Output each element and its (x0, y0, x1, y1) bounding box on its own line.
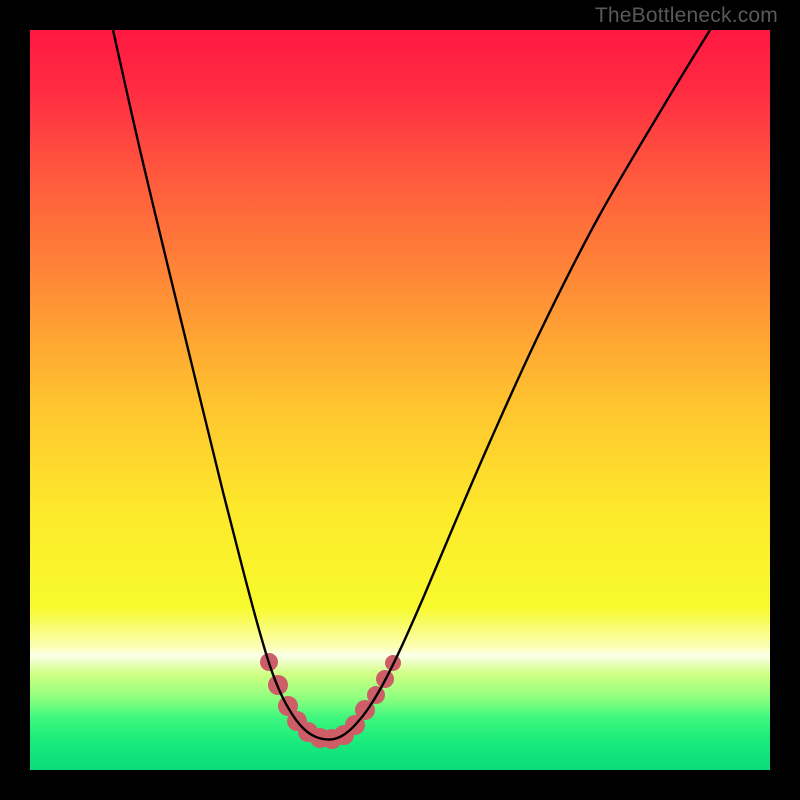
bottleneck-curve (113, 30, 710, 740)
curve-layer (30, 30, 770, 770)
plot-area (30, 30, 770, 770)
curve-markers (260, 653, 401, 749)
watermark-text: TheBottleneck.com (595, 4, 778, 28)
chart-frame: TheBottleneck.com (0, 0, 800, 800)
